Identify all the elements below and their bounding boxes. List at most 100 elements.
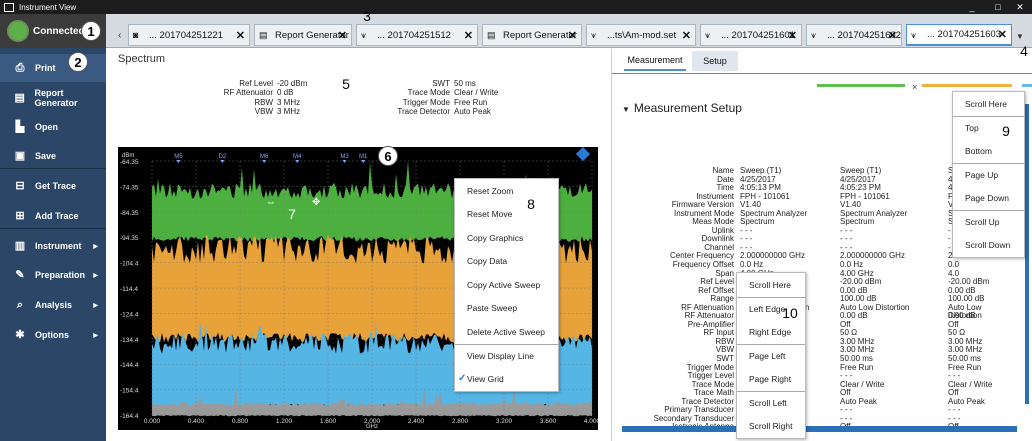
menu-item-view-display-line[interactable]: View Display Line [455, 343, 558, 368]
menu-item-page-right[interactable]: Page Right [737, 367, 805, 391]
menu-item-reset-move[interactable]: Reset Move [455, 203, 558, 227]
trace-color-bar [1022, 84, 1032, 87]
x-tick-label: 0.800 [232, 418, 249, 425]
close-tab-icon[interactable]: ✕ [236, 29, 245, 42]
y-axis-label: dBm [122, 153, 134, 159]
menu-item-right-edge[interactable]: Right Edge [737, 320, 805, 344]
tab-5[interactable]: ⩛ ...ts\Am-mod.set ✕ [586, 24, 696, 46]
menu-item-scroll-here[interactable]: Scroll Here [953, 92, 1024, 116]
menu-item-copy-graphics[interactable]: Copy Graphics [455, 226, 558, 250]
maximize-button[interactable]: □ [990, 0, 1006, 14]
close-tab-icon[interactable]: ✕ [464, 29, 473, 42]
marker-label[interactable]: M3 [340, 154, 349, 160]
sidebar-item-report-generator[interactable]: ▤ Report Generator [0, 84, 106, 112]
sidebar-item-options[interactable]: ✱ Options ▶ [0, 321, 106, 349]
x-tick-label: 3.200 [496, 418, 513, 425]
sidebar-item-label: Options [35, 330, 69, 340]
x-axis-label: GHz [366, 424, 378, 430]
horizontal-scroll-menu: Scroll Here Left Edge Right Edge Page Left P… [736, 272, 806, 439]
minimize-button[interactable]: _ [964, 0, 980, 14]
marker-label[interactable]: M6 [260, 154, 269, 160]
tab-setup[interactable]: Setup [692, 51, 738, 71]
y-tick-label: -114.4 [120, 286, 138, 293]
report-icon: ▤ [487, 30, 496, 40]
measurement-setup-heading[interactable]: ▼ Measurement Setup [622, 101, 742, 115]
connection-label: Connected [33, 25, 85, 37]
sidebar-item-add-trace[interactable]: ⊞ Add Trace [0, 202, 106, 230]
tab-scroll-left-icon[interactable]: ‹ [118, 30, 121, 41]
menu-item-bottom[interactable]: Bottom [953, 139, 1024, 163]
tab-4[interactable]: ▤ Report Generator ✕ [482, 24, 582, 46]
menu-item-label: Right Edge [749, 326, 792, 337]
menu-item-paste-sweep[interactable]: Paste Sweep [455, 297, 558, 321]
close-tab-icon[interactable]: ✕ [888, 29, 897, 42]
sidebar-item-open[interactable]: ▙ Open [0, 113, 106, 141]
param-key: Ref Level [239, 79, 273, 88]
trace-icon: ⩛ [591, 30, 597, 40]
menu-item-label: Page Down [965, 192, 1009, 203]
marker-icon[interactable] [295, 160, 300, 163]
close-button[interactable]: ✕ [1012, 0, 1028, 14]
close-tab-icon[interactable]: ✕ [338, 29, 347, 42]
y-tick-label: -154.4 [120, 388, 139, 395]
menu-item-page-left[interactable]: Page Left [737, 343, 805, 368]
menu-item-label: Copy Active Sweep [467, 279, 541, 290]
menu-item-copy-data[interactable]: Copy Data [455, 250, 558, 274]
menu-item-scroll-up[interactable]: Scroll Up [953, 209, 1024, 234]
x-tick-label: 1.200 [276, 418, 293, 425]
tab-1[interactable]: ◙ ... 201704251221 ✕ [128, 24, 250, 46]
tab-bar: ‹ ◙... 201704251221 ✕ ▤ Report Generator ✕ ⩛.… [106, 14, 1032, 48]
tab-6[interactable]: ⩛ ... 201704251601 ✕ [700, 24, 802, 46]
marker-icon[interactable] [342, 160, 347, 163]
sidebar-item-print[interactable]: ⎙ Print [0, 54, 106, 82]
sidebar-item-analysis[interactable]: ⌕ Analysis ▶ [0, 291, 106, 319]
param-value: Free Run [454, 97, 488, 107]
sidebar-item-preparation[interactable]: ✎ Preparation ▶ [0, 261, 106, 289]
marker-label[interactable]: M5 [174, 154, 183, 160]
close-tab-icon[interactable]: ✕ [788, 29, 797, 42]
cell: - - - [840, 225, 853, 235]
marker-label[interactable]: M1 [359, 154, 368, 160]
sidebar-item-save[interactable]: ▣ Save [0, 142, 106, 170]
marker-label[interactable]: D2 [219, 154, 227, 160]
marker-icon[interactable] [361, 160, 366, 163]
menu-item-label: Top [965, 122, 979, 133]
menu-item-scroll-here[interactable]: Scroll Here [737, 273, 805, 297]
param-value: 0 dB [277, 88, 294, 98]
menu-item-scroll-down[interactable]: Scroll Down [953, 233, 1024, 257]
sidebar-item-instrument[interactable]: ▥ Instrument ▶ [0, 232, 106, 260]
menu-item-scroll-right[interactable]: Scroll Right [737, 414, 805, 438]
marker-icon[interactable] [176, 160, 181, 163]
menu-item-page-down[interactable]: Page Down [953, 186, 1024, 210]
tab-8[interactable]: ⩛ ... 201704251603 ✕ [906, 24, 1012, 46]
remove-trace-icon[interactable]: × [912, 82, 917, 92]
close-tab-icon[interactable]: ✕ [998, 28, 1007, 41]
tab-3[interactable]: ⩛ ... 201704251512 ✕ [356, 24, 478, 46]
marker-label[interactable]: M4 [293, 154, 302, 160]
menu-item-delete-active-sweep[interactable]: Delete Active Sweep [455, 320, 558, 344]
tab-label: ... 201704251512 [377, 29, 451, 41]
vertical-scrollbar[interactable] [1025, 104, 1029, 404]
x-tick-label: 2.800 [452, 418, 469, 425]
close-tab-icon[interactable]: ✕ [682, 29, 691, 42]
sidebar-item-get-trace[interactable]: ⊟ Get Trace [0, 172, 106, 200]
horizontal-scrollbar[interactable] [622, 426, 1017, 432]
collapse-icon[interactable]: ▼ [622, 105, 630, 114]
tab-7[interactable]: ⩛... 201704251602 ✕ [806, 24, 902, 46]
menu-item-view-grid[interactable]: ✓ View Grid [455, 367, 558, 391]
tab-2[interactable]: ▤ Report Generator ✕ [254, 24, 352, 46]
menu-item-page-up[interactable]: Page Up [953, 162, 1024, 187]
menu-item-reset-zoom[interactable]: Reset Zoom [455, 179, 558, 203]
menu-item-copy-active-sweep[interactable]: Copy Active Sweep [455, 273, 558, 297]
close-tab-icon[interactable]: ✕ [568, 29, 577, 42]
menu-item-scroll-left[interactable]: Scroll Left [737, 390, 805, 415]
tab-overflow-icon[interactable]: ▼ [1016, 32, 1024, 41]
marker-icon[interactable] [220, 160, 225, 163]
marker-icon[interactable] [262, 160, 267, 163]
trace-icon: ⩛ [705, 30, 711, 40]
tab-measurement[interactable]: Measurement [624, 51, 686, 71]
callout-8: 8 [527, 196, 535, 212]
y-tick-label: -74.35 [120, 184, 139, 191]
menu-item-label: Delete Active Sweep [467, 326, 545, 337]
param-value: Clear / Write [454, 88, 499, 98]
